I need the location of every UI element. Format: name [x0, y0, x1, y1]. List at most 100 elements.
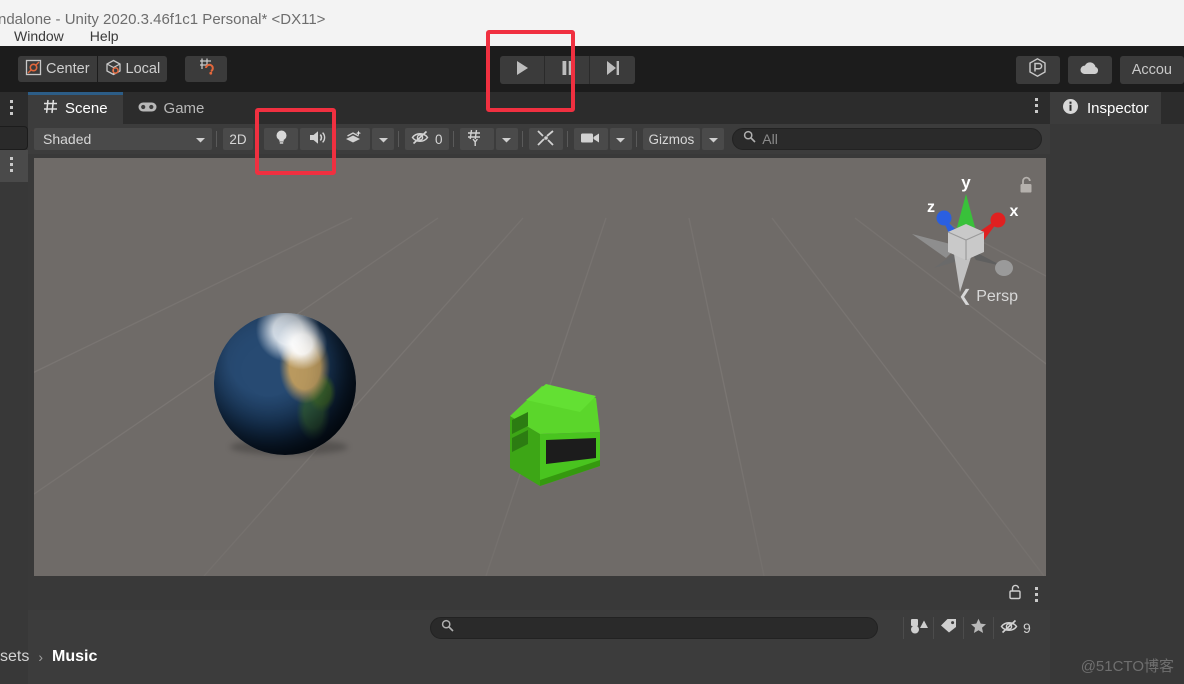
grid-snap-icon — [197, 57, 216, 81]
grid-axis-icon — [467, 129, 486, 150]
cloud-button[interactable] — [1067, 56, 1112, 84]
pivot-group: Center Local — [18, 56, 168, 82]
scene-fx-button[interactable] — [336, 128, 370, 150]
watermark: @51CTO博客 — [1080, 658, 1174, 675]
menu-window[interactable]: Window — [10, 26, 68, 46]
scene-lighting-button[interactable] — [264, 128, 298, 150]
tab-inspector[interactable]: Inspector — [1050, 92, 1161, 124]
gizmo-lock-icon[interactable] — [1018, 176, 1034, 199]
scene-footer-menu[interactable] — [1035, 586, 1038, 602]
tab-scene[interactable]: Scene — [28, 92, 123, 124]
scene-viewport[interactable]: y z x ❮ Persp — [34, 158, 1046, 576]
project-hidden-count: 9 — [1023, 620, 1031, 636]
tab-game[interactable]: Game — [123, 92, 220, 124]
scene-grid — [34, 158, 1046, 576]
earth-globe[interactable] — [214, 313, 356, 455]
menu-bar: Window Help — [10, 26, 123, 46]
hidden-objects-button[interactable]: 0 — [405, 128, 449, 150]
breadcrumb-item-music[interactable]: Music — [52, 648, 97, 666]
unity-services-icon — [1027, 57, 1048, 83]
left-strip-bottom — [0, 182, 28, 634]
toggle-2d-label: 2D — [229, 131, 247, 147]
play-button[interactable] — [500, 56, 545, 84]
gizmos-label: Gizmos — [648, 131, 695, 147]
pivot-mode-label: Center — [46, 61, 90, 77]
inspector-tab-label: Inspector — [1087, 99, 1149, 117]
grid-hash-icon — [43, 99, 58, 118]
padlock-open-icon[interactable] — [1008, 584, 1023, 605]
menu-help[interactable]: Help — [86, 26, 123, 46]
grid-dropdown[interactable] — [495, 128, 518, 150]
project-hidden-objects[interactable]: 9 — [993, 617, 1037, 639]
account-button[interactable]: Accou — [1119, 56, 1184, 84]
scene-search-field[interactable]: All — [732, 128, 1042, 150]
unity-editor-window: ndalone - Unity 2020.3.46f1c1 Personal* … — [0, 0, 1184, 684]
tag-icon — [940, 618, 957, 638]
toolbar-right-group: Accou — [1015, 56, 1184, 84]
left-kebab-mid[interactable] — [10, 157, 13, 172]
pivot-center-icon — [25, 59, 42, 80]
tab-scene-label: Scene — [65, 99, 108, 117]
play-icon — [515, 60, 530, 81]
pause-icon — [561, 60, 574, 81]
scene-camera-button[interactable] — [573, 128, 608, 150]
grid-visibility-button[interactable] — [459, 128, 494, 150]
scene-tab-bar: Scene Game — [28, 92, 1050, 124]
local-cube-icon — [105, 59, 122, 80]
breadcrumb: sets › Music — [0, 648, 97, 666]
scene-camera-dropdown[interactable] — [609, 128, 632, 150]
filter-favorites-button[interactable] — [963, 617, 993, 639]
lightbulb-icon — [274, 129, 289, 149]
pivot-rotation-button[interactable]: Local — [97, 56, 168, 82]
project-filters: 9 — [903, 617, 1037, 639]
pivot-mode-button[interactable]: Center — [18, 56, 97, 82]
eye-off-icon — [1000, 619, 1021, 637]
breadcrumb-item-assets[interactable]: sets — [0, 648, 29, 666]
pause-button[interactable] — [545, 56, 590, 84]
gamepad-icon — [138, 100, 157, 117]
filter-by-label-button[interactable] — [933, 617, 963, 639]
step-button[interactable] — [590, 56, 635, 84]
hidden-objects-count: 0 — [435, 131, 443, 147]
eye-off-icon — [411, 130, 432, 148]
gizmos-button[interactable]: Gizmos — [642, 128, 701, 150]
scene-footer — [28, 578, 1050, 610]
projection-label[interactable]: ❮ Persp — [958, 286, 1018, 306]
chevron-down-icon — [501, 132, 512, 147]
chevron-down-icon — [708, 132, 719, 147]
scene-tools-button[interactable] — [528, 128, 563, 150]
play-controls — [500, 56, 635, 84]
cloud-icon — [1079, 60, 1101, 81]
account-label: Accou — [1131, 62, 1172, 78]
projection-arrow-icon: ❮ — [958, 288, 972, 305]
scene-panel-menu[interactable] — [1035, 98, 1038, 113]
scene-view-toolbar: Shaded 2D 0 Gizmos All — [28, 124, 1050, 154]
pivot-rotation-label: Local — [125, 61, 161, 77]
projection-mode: Persp — [976, 288, 1018, 305]
svg-text:y: y — [961, 173, 971, 192]
inspector-tab-bar: Inspector — [1050, 92, 1184, 124]
step-icon — [605, 60, 620, 81]
breadcrumb-separator-icon: › — [38, 649, 44, 665]
chevron-down-icon — [615, 132, 626, 147]
scene-fx-dropdown[interactable] — [372, 128, 394, 150]
project-search-field[interactable] — [430, 617, 878, 639]
tab-game-label: Game — [163, 99, 205, 117]
speaker-icon — [309, 130, 326, 148]
left-kebab-top[interactable] — [10, 100, 13, 115]
toggle-2d-button[interactable]: 2D — [223, 128, 253, 150]
scene-audio-button[interactable] — [300, 128, 334, 150]
filter-by-type-button[interactable] — [903, 617, 933, 639]
inspector-body — [1050, 124, 1184, 634]
grid-snap-button[interactable] — [185, 56, 228, 82]
chevron-down-icon — [378, 132, 389, 147]
left-partial-field[interactable] — [0, 126, 28, 150]
draw-mode-dropdown[interactable]: Shaded — [34, 128, 212, 150]
inspector-panel: Inspector — [1050, 92, 1184, 634]
gizmos-dropdown[interactable] — [702, 128, 725, 150]
search-icon — [441, 619, 454, 637]
unity-services-button[interactable] — [1015, 56, 1060, 84]
green-car[interactable] — [496, 368, 626, 503]
left-strip-mid — [0, 150, 28, 182]
info-icon — [1062, 98, 1079, 119]
